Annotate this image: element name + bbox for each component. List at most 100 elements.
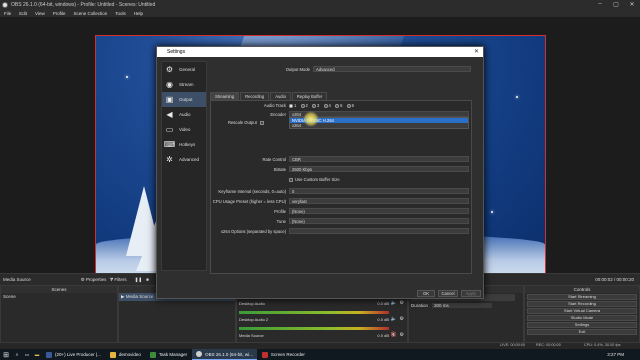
maximize-button[interactable]: ▢	[608, 1, 624, 8]
gear-icon[interactable]: ⚙	[400, 332, 404, 338]
duration-label: Duration	[411, 303, 429, 308]
menu-view[interactable]: View	[31, 11, 49, 16]
audio-track-radio[interactable]	[323, 103, 328, 108]
sidebar-item-label: Video	[179, 127, 191, 132]
taskbar-item-label: Task Manager	[158, 352, 188, 357]
bitrate-input[interactable]: 2500 Kbps	[289, 166, 469, 172]
studio-mode-button[interactable]: Studio Mode	[527, 315, 637, 321]
scenes-dock-title: Scenes	[1, 286, 117, 293]
menu-tools[interactable]: Tools	[111, 11, 130, 16]
keyframe-input[interactable]: 0	[289, 188, 469, 194]
mixer-channel-level: 0.0 dB	[377, 301, 389, 306]
x264-options-input[interactable]	[289, 228, 469, 234]
monitor-icon: ▣	[165, 95, 174, 104]
filters-button[interactable]: Filters	[114, 277, 126, 282]
window-title: OBS 26.1.0 (64-bit, windows) - Profile: …	[11, 1, 156, 8]
keyframe-label: Keyframe Interval (seconds, 0=auto)	[218, 189, 286, 194]
close-icon[interactable]: ✕	[474, 48, 479, 55]
settings-sidebar: ⚙ General ◉ Stream ▣ Output ◀ Audio ▭ Video ⌨…	[161, 61, 207, 271]
speaker-icon: ◀	[166, 110, 173, 119]
output-mode-select[interactable]: Advanced	[313, 66, 471, 72]
gear-icon[interactable]: ⚙	[400, 316, 404, 322]
menu-bar: File Edit View Profile Scene Collection …	[0, 9, 640, 17]
pause-icon[interactable]: ❚❚	[135, 277, 143, 283]
ok-button[interactable]: OK	[417, 290, 435, 297]
title-bar: OBS 26.1.0 (64-bit, windows) - Profile: …	[0, 0, 640, 9]
close-button[interactable]: ✕	[624, 1, 640, 8]
cpu-preset-select[interactable]: veryfast	[289, 198, 469, 204]
menu-profile[interactable]: Profile	[49, 11, 70, 16]
muted-speaker-icon[interactable]: 🔇	[391, 332, 397, 338]
properties-button[interactable]: Properties	[86, 277, 107, 282]
sidebar-item-output[interactable]: ▣ Output	[162, 92, 206, 107]
rescale-output-checkbox[interactable]	[260, 120, 264, 125]
settings-button[interactable]: Settings	[527, 322, 637, 328]
media-time: 00:00:02 / 00:00:20	[595, 277, 634, 282]
stop-icon[interactable]: ■	[146, 277, 149, 282]
encoder-label: Encoder	[270, 112, 286, 117]
sidebar-item-label: Hotkeys	[179, 142, 196, 147]
obs-icon	[196, 351, 203, 357]
file-explorer-icon[interactable]: ▬	[32, 352, 42, 357]
minimize-button[interactable]: –	[592, 1, 608, 8]
audio-track-radio[interactable]	[289, 103, 293, 108]
rate-control-select[interactable]: CBR	[289, 156, 469, 162]
sidebar-item-label: Output	[179, 97, 193, 102]
scene-item[interactable]: Scene	[1, 293, 117, 300]
taskbar-item-obs[interactable]: OBS 26.1.0 (64-bit, wi...	[192, 349, 257, 360]
settings-title: Settings	[167, 49, 186, 55]
start-recording-button[interactable]: Start Recording	[527, 301, 637, 307]
sparkle	[516, 96, 518, 98]
duration-input[interactable]: 300 ms	[432, 303, 493, 308]
sidebar-item-video[interactable]: ▭ Video	[162, 122, 206, 137]
bitrate-label: Bitrate	[273, 167, 286, 172]
menu-edit[interactable]: Edit	[15, 11, 31, 16]
cancel-button[interactable]: Cancel	[438, 290, 458, 297]
source-item-label: Media Source	[125, 294, 154, 299]
audio-track-label: Audio Track	[263, 103, 286, 108]
audio-track-number: 5	[340, 103, 343, 108]
sidebar-item-general[interactable]: ⚙ General	[162, 62, 206, 77]
menu-help[interactable]: Help	[130, 11, 147, 16]
taskbar-item-screen-recorder[interactable]: Screen Recorder	[258, 349, 309, 360]
taskbar-item-folder[interactable]: demovideo	[106, 349, 145, 360]
audio-track-radio[interactable]	[346, 103, 351, 108]
apply-button[interactable]: Apply	[461, 290, 481, 297]
sidebar-item-label: Advanced	[179, 157, 200, 162]
task-view-icon[interactable]: ▭	[22, 352, 32, 358]
sidebar-item-advanced[interactable]: ✲ Advanced	[162, 152, 206, 167]
speaker-icon[interactable]: 🔈	[391, 300, 397, 306]
audio-track-radio[interactable]	[300, 103, 305, 108]
speaker-icon[interactable]: 🔈	[391, 316, 397, 322]
sidebar-item-audio[interactable]: ◀ Audio	[162, 107, 206, 122]
custom-buffer-label: Use Custom Buffer Size	[295, 177, 340, 182]
menu-file[interactable]: File	[0, 11, 15, 16]
sidebar-item-label: Audio	[179, 112, 191, 117]
audio-track-radio[interactable]	[335, 103, 340, 108]
exit-button[interactable]: Exit	[527, 329, 637, 335]
menu-scene-collection[interactable]: Scene Collection	[69, 11, 111, 16]
output-mode-label: Output Mode	[285, 67, 310, 72]
mixer-channel-level: 0.0 dB	[377, 333, 389, 338]
audio-track-radio[interactable]	[312, 103, 317, 108]
sparkle	[126, 76, 128, 78]
gear-icon[interactable]: ⚙	[400, 300, 404, 306]
profile-select[interactable]: (None)	[289, 208, 469, 214]
browser-icon	[46, 351, 52, 358]
sidebar-item-stream[interactable]: ◉ Stream	[162, 77, 206, 92]
taskbar-item-task-manager[interactable]: Task Manager	[146, 349, 191, 360]
sidebar-item-label: General	[179, 67, 196, 72]
tune-select[interactable]: (None)	[289, 218, 469, 224]
custom-buffer-row: Use Custom Buffer Size	[289, 177, 340, 182]
audio-track-number: 1	[294, 103, 297, 108]
start-streaming-button[interactable]: Start Streaming	[527, 294, 637, 300]
start-virtual-camera-button[interactable]: Start Virtual Camera	[527, 308, 637, 314]
custom-buffer-checkbox[interactable]	[289, 177, 293, 182]
wrench-gear-icon: ✲	[166, 155, 173, 164]
windows-start-icon[interactable]: ⊞	[0, 351, 12, 359]
search-icon[interactable]: ⌕	[12, 352, 22, 357]
streaming-tab-panel: Audio Track 1 2 3 4 5 6 Encoder x264 NVI…	[210, 100, 472, 274]
sidebar-item-hotkeys[interactable]: ⌨ Hotkeys	[162, 137, 206, 152]
taskbar-item-browser[interactable]: (20+) Live Producer |...	[42, 349, 105, 360]
mixer-channel-name: Desktop Audio 2	[239, 317, 269, 322]
